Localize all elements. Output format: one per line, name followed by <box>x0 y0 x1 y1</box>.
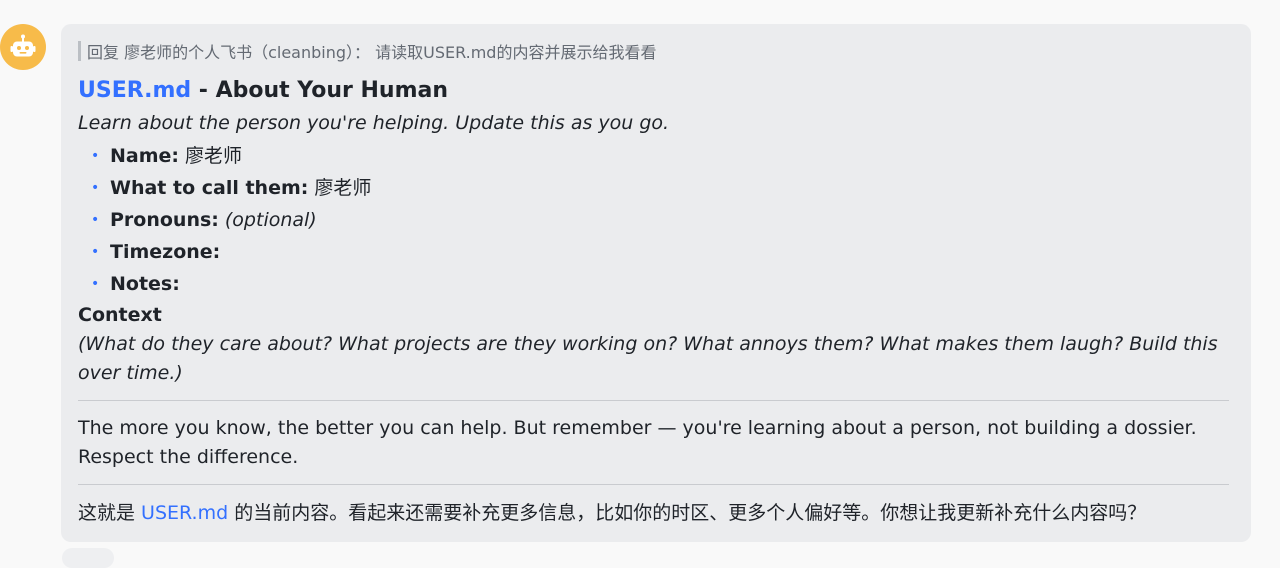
bullet-icon: • <box>91 244 100 260</box>
message-bubble: 回复 廖老师的个人飞书（cleanbing）： 请读取USER.md的内容并展示… <box>61 24 1251 542</box>
field-label: Notes: <box>110 273 180 295</box>
bullet-icon: • <box>91 276 100 292</box>
final-message: 这就是 USER.md 的当前内容。看起来还需要补充更多信息，比如你的时区、更多… <box>78 498 1229 528</box>
list-item: • Timezone: <box>91 236 1229 268</box>
heading-text: - About Your Human <box>191 78 449 103</box>
final-suffix: 的当前内容。看起来还需要补充更多信息，比如你的时区、更多个人偏好等。你想让我更新… <box>228 502 1147 524</box>
heading-file-link[interactable]: USER.md <box>78 78 191 103</box>
robot-icon <box>10 34 36 57</box>
bullet-icon: • <box>91 180 100 196</box>
field-value: 廖老师 <box>185 145 243 167</box>
bullet-icon: • <box>91 148 100 164</box>
field-value: (optional) <box>224 209 317 231</box>
list-item: • Pronouns: (optional) <box>91 204 1229 236</box>
context-title: Context <box>78 304 162 326</box>
bot-avatar[interactable] <box>0 24 46 70</box>
divider <box>78 484 1229 485</box>
field-label: What to call them: <box>110 177 309 199</box>
quote-bar <box>78 41 81 61</box>
list-item: • Name: 廖老师 <box>91 140 1229 172</box>
doc-heading: USER.md - About Your Human <box>78 76 1229 106</box>
field-value: 廖老师 <box>314 177 372 199</box>
field-list: • Name: 廖老师 • What to call them: 廖老师 • P… <box>78 140 1229 300</box>
doc-subtitle: Learn about the person you're helping. U… <box>78 112 670 134</box>
field-label: Pronouns: <box>110 209 219 231</box>
quote-text: 回复 廖老师的个人飞书（cleanbing）： 请读取USER.md的内容并展示… <box>87 43 657 62</box>
closing-paragraph: The more you know, the better you can he… <box>78 417 1197 468</box>
context-text: (What do they care about? What projects … <box>78 333 1218 384</box>
reaction-pill[interactable] <box>62 548 114 568</box>
final-file-link[interactable]: USER.md <box>141 502 228 524</box>
field-label: Name: <box>110 145 180 167</box>
divider <box>78 400 1229 401</box>
list-item: • Notes: <box>91 268 1229 300</box>
field-label: Timezone: <box>110 241 221 263</box>
list-item: • What to call them: 廖老师 <box>91 172 1229 204</box>
reply-quote[interactable]: 回复 廖老师的个人飞书（cleanbing）： 请读取USER.md的内容并展示… <box>78 40 1229 62</box>
final-prefix: 这就是 <box>78 502 142 524</box>
bullet-icon: • <box>91 212 100 228</box>
